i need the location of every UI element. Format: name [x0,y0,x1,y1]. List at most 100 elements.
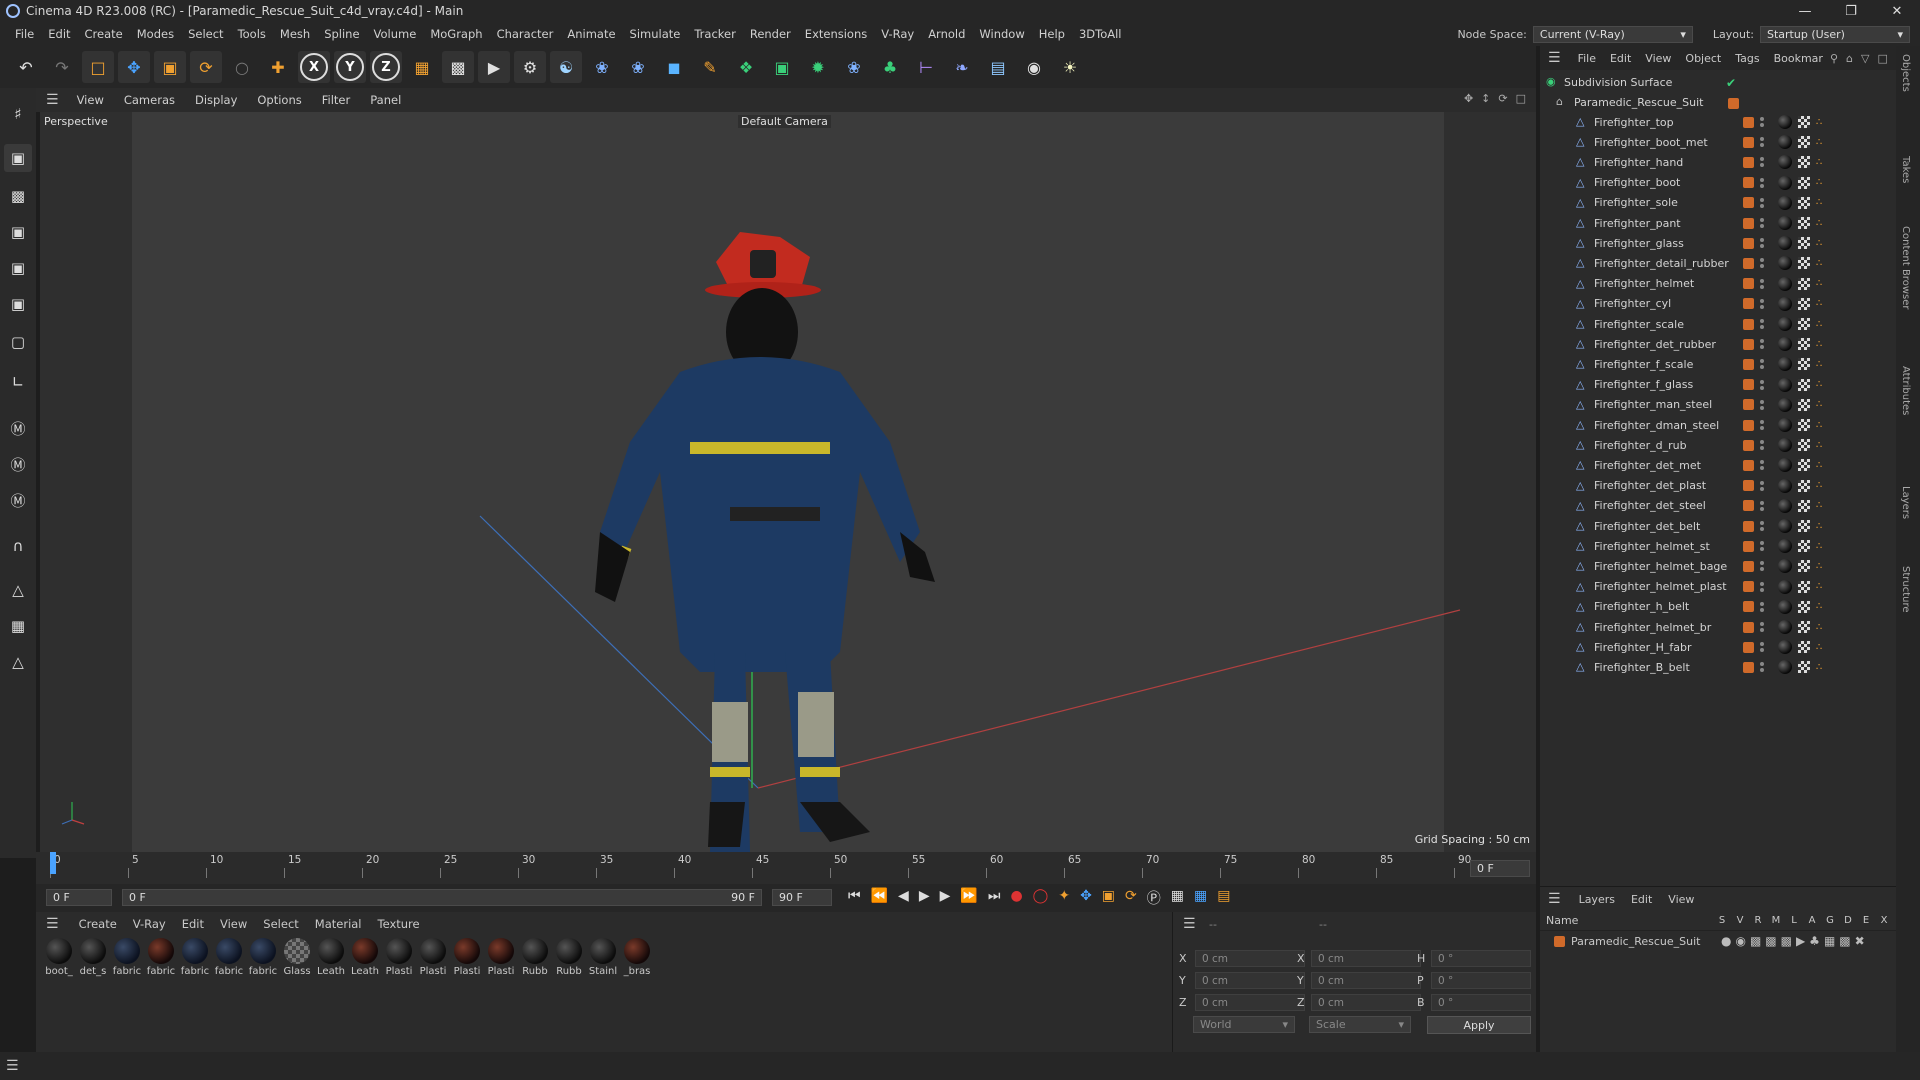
z-axis-lock-icon[interactable]: Z [370,51,402,83]
minimize-icon[interactable]: — [1782,0,1828,22]
viewport-menu-item[interactable]: Display [185,93,247,107]
material-swatch[interactable]: Rubb [518,938,552,977]
visibility-dots-icon[interactable] [1760,420,1764,430]
material-swatch[interactable]: boot_ [42,938,76,977]
key-settings-icon[interactable]: ✦ [1058,888,1070,908]
side-tab-content-browser[interactable]: Content Browser [1900,226,1911,309]
layer-color-icon[interactable] [1743,480,1754,492]
vray-tag-icon[interactable]: ∴ [1816,157,1822,168]
side-tab-objects[interactable]: Objects [1900,54,1911,92]
checker-tag-icon[interactable] [1798,439,1810,452]
material-tag-icon[interactable] [1778,498,1792,513]
timeline-icon[interactable]: ▤ [1217,888,1230,908]
material-swatch[interactable]: Plasti [450,938,484,977]
checker-tag-icon[interactable] [1798,378,1810,391]
material-tag-icon[interactable] [1778,478,1792,493]
visibility-dots-icon[interactable] [1760,339,1764,350]
visibility-dots-icon[interactable] [1760,298,1764,309]
layer-color-icon[interactable] [1743,419,1754,431]
material-tag-icon[interactable] [1778,175,1792,190]
object-item[interactable]: △ Firefighter_f_glass ∴ [1540,375,1890,395]
object-menu-item[interactable]: File [1571,52,1603,65]
material-tag-icon[interactable] [1778,135,1792,150]
object-item[interactable]: △ Firefighter_cyl ∴ [1540,294,1890,314]
viewport-menu-item[interactable]: Panel [360,93,411,107]
material-tag-icon[interactable] [1778,620,1792,634]
layer-color-icon[interactable] [1743,116,1754,128]
object-root-null[interactable]: ⌂ Paramedic_Rescue_Suit [1540,92,1890,112]
menu-item[interactable]: Tracker [687,27,743,41]
checker-tag-icon[interactable] [1798,277,1810,290]
object-item[interactable]: △ Firefighter_H_fabr ∴ [1540,637,1890,657]
go-to-end-icon[interactable]: ⏭ [988,888,1001,908]
object-item[interactable]: △ Firefighter_helmet_bage ∴ [1540,556,1890,576]
material-menu-item[interactable]: Edit [174,917,212,931]
transform-icon[interactable]: ✚ [262,51,294,83]
menu-item[interactable]: Render [743,27,798,41]
viewport-menu-item[interactable]: Filter [312,93,360,107]
next-key-icon[interactable]: ⏩ [960,888,977,908]
vray-tag-icon[interactable]: ∴ [1816,177,1822,188]
menu-item[interactable]: Window [972,27,1031,41]
axis-mode-icon[interactable]: ∟ [4,368,32,396]
menu-item[interactable]: Volume [367,27,424,41]
snap-settings-icon[interactable]: Ⓜ [4,450,32,478]
object-item[interactable]: △ Firefighter_glass ∴ [1540,233,1890,253]
object-item[interactable]: △ Firefighter_d_rub ∴ [1540,435,1890,455]
visibility-dots-icon[interactable] [1760,500,1764,511]
play-icon[interactable]: ▶ [919,888,930,908]
x-axis-lock-icon[interactable]: X [298,51,330,83]
viewport-menu-item[interactable]: Cameras [114,93,185,107]
camera-icon[interactable]: ◉ [1018,51,1050,83]
visibility-dots-icon[interactable] [1760,581,1764,592]
object-item[interactable]: △ Firefighter_det_steel ∴ [1540,496,1890,516]
visibility-dots-icon[interactable] [1760,379,1764,390]
visibility-dots-icon[interactable] [1760,238,1764,249]
playhead[interactable] [50,852,56,874]
object-item[interactable]: △ Firefighter_pant ∴ [1540,213,1890,233]
object-item[interactable]: △ Firefighter_man_steel ∴ [1540,395,1890,415]
viewport-menu-item[interactable]: View [67,93,114,107]
vray-tag-icon[interactable]: ∴ [1816,622,1822,633]
autokey-icon[interactable]: ◯ [1033,888,1049,908]
vray-tag-icon[interactable]: ∴ [1816,137,1822,148]
start-frame-field[interactable]: 0 F [46,889,112,906]
material-swatch[interactable]: _bras [620,938,654,977]
checker-tag-icon[interactable] [1798,297,1810,310]
pos-x-field[interactable]: 0 cm [1195,950,1305,967]
visibility-dots-icon[interactable] [1760,157,1764,168]
checker-tag-icon[interactable] [1798,176,1810,189]
material-tag-icon[interactable] [1778,236,1792,251]
visibility-dots-icon[interactable] [1760,642,1764,653]
render-settings-icon[interactable]: ⚙ [514,51,546,83]
timeline-ruler[interactable]: 0 5 10 15 20 25 30 35 40 45 50 55 60 65 70 75 80 85 90 0 F [36,852,1536,884]
scale-dropdown[interactable]: Scale ▾ [1309,1016,1411,1033]
maximize-view-icon[interactable]: □ [1516,92,1526,105]
close-icon[interactable]: ✕ [1874,0,1920,22]
material-tag-icon[interactable] [1778,317,1792,331]
checker-tag-icon[interactable] [1798,116,1810,128]
layer-color-icon[interactable] [1743,459,1754,471]
layer-color-icon[interactable] [1743,581,1754,593]
size-y-field[interactable]: 0 cm [1311,972,1421,989]
object-item[interactable]: △ Firefighter_helmet_br ∴ [1540,617,1890,637]
apply-button[interactable]: Apply [1427,1016,1531,1034]
side-tab-layers[interactable]: Layers [1900,486,1911,519]
object-item[interactable]: △ Firefighter_boot ∴ [1540,173,1890,193]
object-item[interactable]: △ Firefighter_sole ∴ [1540,193,1890,213]
vray-tag-icon[interactable]: ∴ [1816,379,1822,390]
undo-icon[interactable]: ↶ [10,51,42,83]
checker-tag-icon[interactable] [1798,540,1810,553]
material-tag-icon[interactable] [1778,276,1792,291]
layer-color-icon[interactable] [1743,298,1754,310]
visibility-dots-icon[interactable] [1760,117,1764,127]
material-swatch[interactable]: Plasti [382,938,416,977]
maximize-icon[interactable]: ❐ [1828,0,1874,22]
material-swatch[interactable]: Rubb [552,938,586,977]
menu-item[interactable]: Help [1032,27,1072,41]
python2-icon[interactable]: ❀ [622,51,654,83]
object-subdivision-surface[interactable]: ◉ Subdivision Surface [1540,72,1890,92]
object-item[interactable]: △ Firefighter_helmet_plast ∴ [1540,577,1890,597]
menu-item[interactable]: Select [181,27,230,41]
material-swatch[interactable]: Glass [280,938,314,977]
